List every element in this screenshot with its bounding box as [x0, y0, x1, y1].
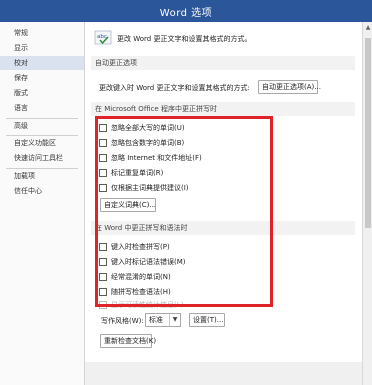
dialog-footer [85, 362, 362, 385]
sidebar-item-display[interactable]: 显示 [0, 41, 84, 55]
recheck-document-button[interactable]: 重新检查文档(K) [100, 334, 156, 348]
checkbox [99, 301, 107, 309]
checkbox[interactable] [99, 243, 107, 251]
sidebar-item-trust-center[interactable]: 信任中心 [0, 184, 84, 198]
checkbox[interactable] [99, 288, 107, 296]
checkbox[interactable] [99, 184, 107, 192]
options-main-panel: abc 更改 Word 更正文字和设置其格式的方式。 自动更正选项 更改键入时 … [85, 22, 362, 385]
sidebar-item-quick-access-toolbar[interactable]: 快速访问工具栏 [0, 151, 84, 165]
vertical-scrollbar[interactable]: ▲ [362, 22, 372, 385]
scroll-up-icon[interactable]: ▲ [364, 24, 372, 32]
sidebar-item-customize-ribbon[interactable]: 自定义功能区 [0, 136, 84, 150]
checkbox[interactable] [99, 258, 107, 266]
autocorrect-options-button[interactable]: 自动更正选项(A)... [258, 80, 321, 94]
option-label: 忽略全部大写的单词(U) [111, 124, 185, 132]
sidebar-item-advanced[interactable]: 高级 [0, 119, 84, 133]
checkbox[interactable] [99, 169, 107, 177]
sidebar-item-language[interactable]: 语言 [0, 101, 84, 115]
word-spelling-section-heading: 在 Word 中更正拼写和语法时 [91, 221, 355, 235]
scrollbar-thumb[interactable] [365, 38, 371, 228]
autocorrect-section-heading: 自动更正选项 [91, 56, 355, 70]
option-label: 随拼写检查语法(H) [111, 288, 171, 296]
sidebar-item-general[interactable]: 常规 [0, 26, 84, 40]
option-label: 显示可读性统计信息(L) [111, 301, 184, 309]
sidebar-item-proofing[interactable]: 校对 [0, 56, 84, 70]
option-label: 仅根据主词典提供建议(I) [111, 184, 189, 192]
sidebar-item-addins[interactable]: 加载项 [0, 169, 84, 183]
option-label: 键入时标记语法错误(M) [111, 258, 186, 266]
options-sidebar: 常规 显示 校对 保存 版式 语言 高级 自定义功能区 快速访问工具栏 加载项 … [0, 22, 85, 385]
option-label: 忽略 Internet 和文件地址(F) [111, 154, 202, 162]
office-spelling-section-heading: 在 Microsoft Office 程序中更正拼写时 [91, 102, 355, 116]
option-label: 经常混淆的单词(N) [111, 273, 171, 281]
writing-style-label: 写作风格(W): [101, 317, 144, 325]
option-label: 忽略包含数字的单词(B) [111, 139, 185, 147]
checkbox[interactable] [99, 154, 107, 162]
writing-style-settings-button[interactable]: 设置(T)... [189, 313, 225, 327]
abc-check-icon: abc [94, 29, 112, 47]
writing-style-select[interactable]: 标准 ▼ [145, 313, 181, 327]
chevron-down-icon[interactable]: ▼ [169, 314, 180, 326]
sidebar-item-save[interactable]: 保存 [0, 71, 84, 85]
window-title: Word 选项 [159, 8, 213, 19]
sidebar-item-layout[interactable]: 版式 [0, 86, 84, 100]
checkbox[interactable] [99, 124, 107, 132]
writing-style-value: 标准 [149, 316, 163, 324]
option-label: 标记重复单词(R) [111, 169, 164, 177]
checkbox[interactable] [99, 139, 107, 147]
option-label: 键入时检查拼写(P) [111, 243, 170, 251]
proofing-header-text: 更改 Word 更正文字和设置其格式的方式。 [117, 35, 252, 43]
checkbox[interactable] [99, 273, 107, 281]
title-bar: Word 选项 [0, 0, 372, 22]
autocorrect-description: 更改键入时 Word 更正文字和设置其格式的方式: [99, 84, 250, 92]
custom-dictionaries-button[interactable]: 自定义词典(C)... [100, 198, 156, 212]
